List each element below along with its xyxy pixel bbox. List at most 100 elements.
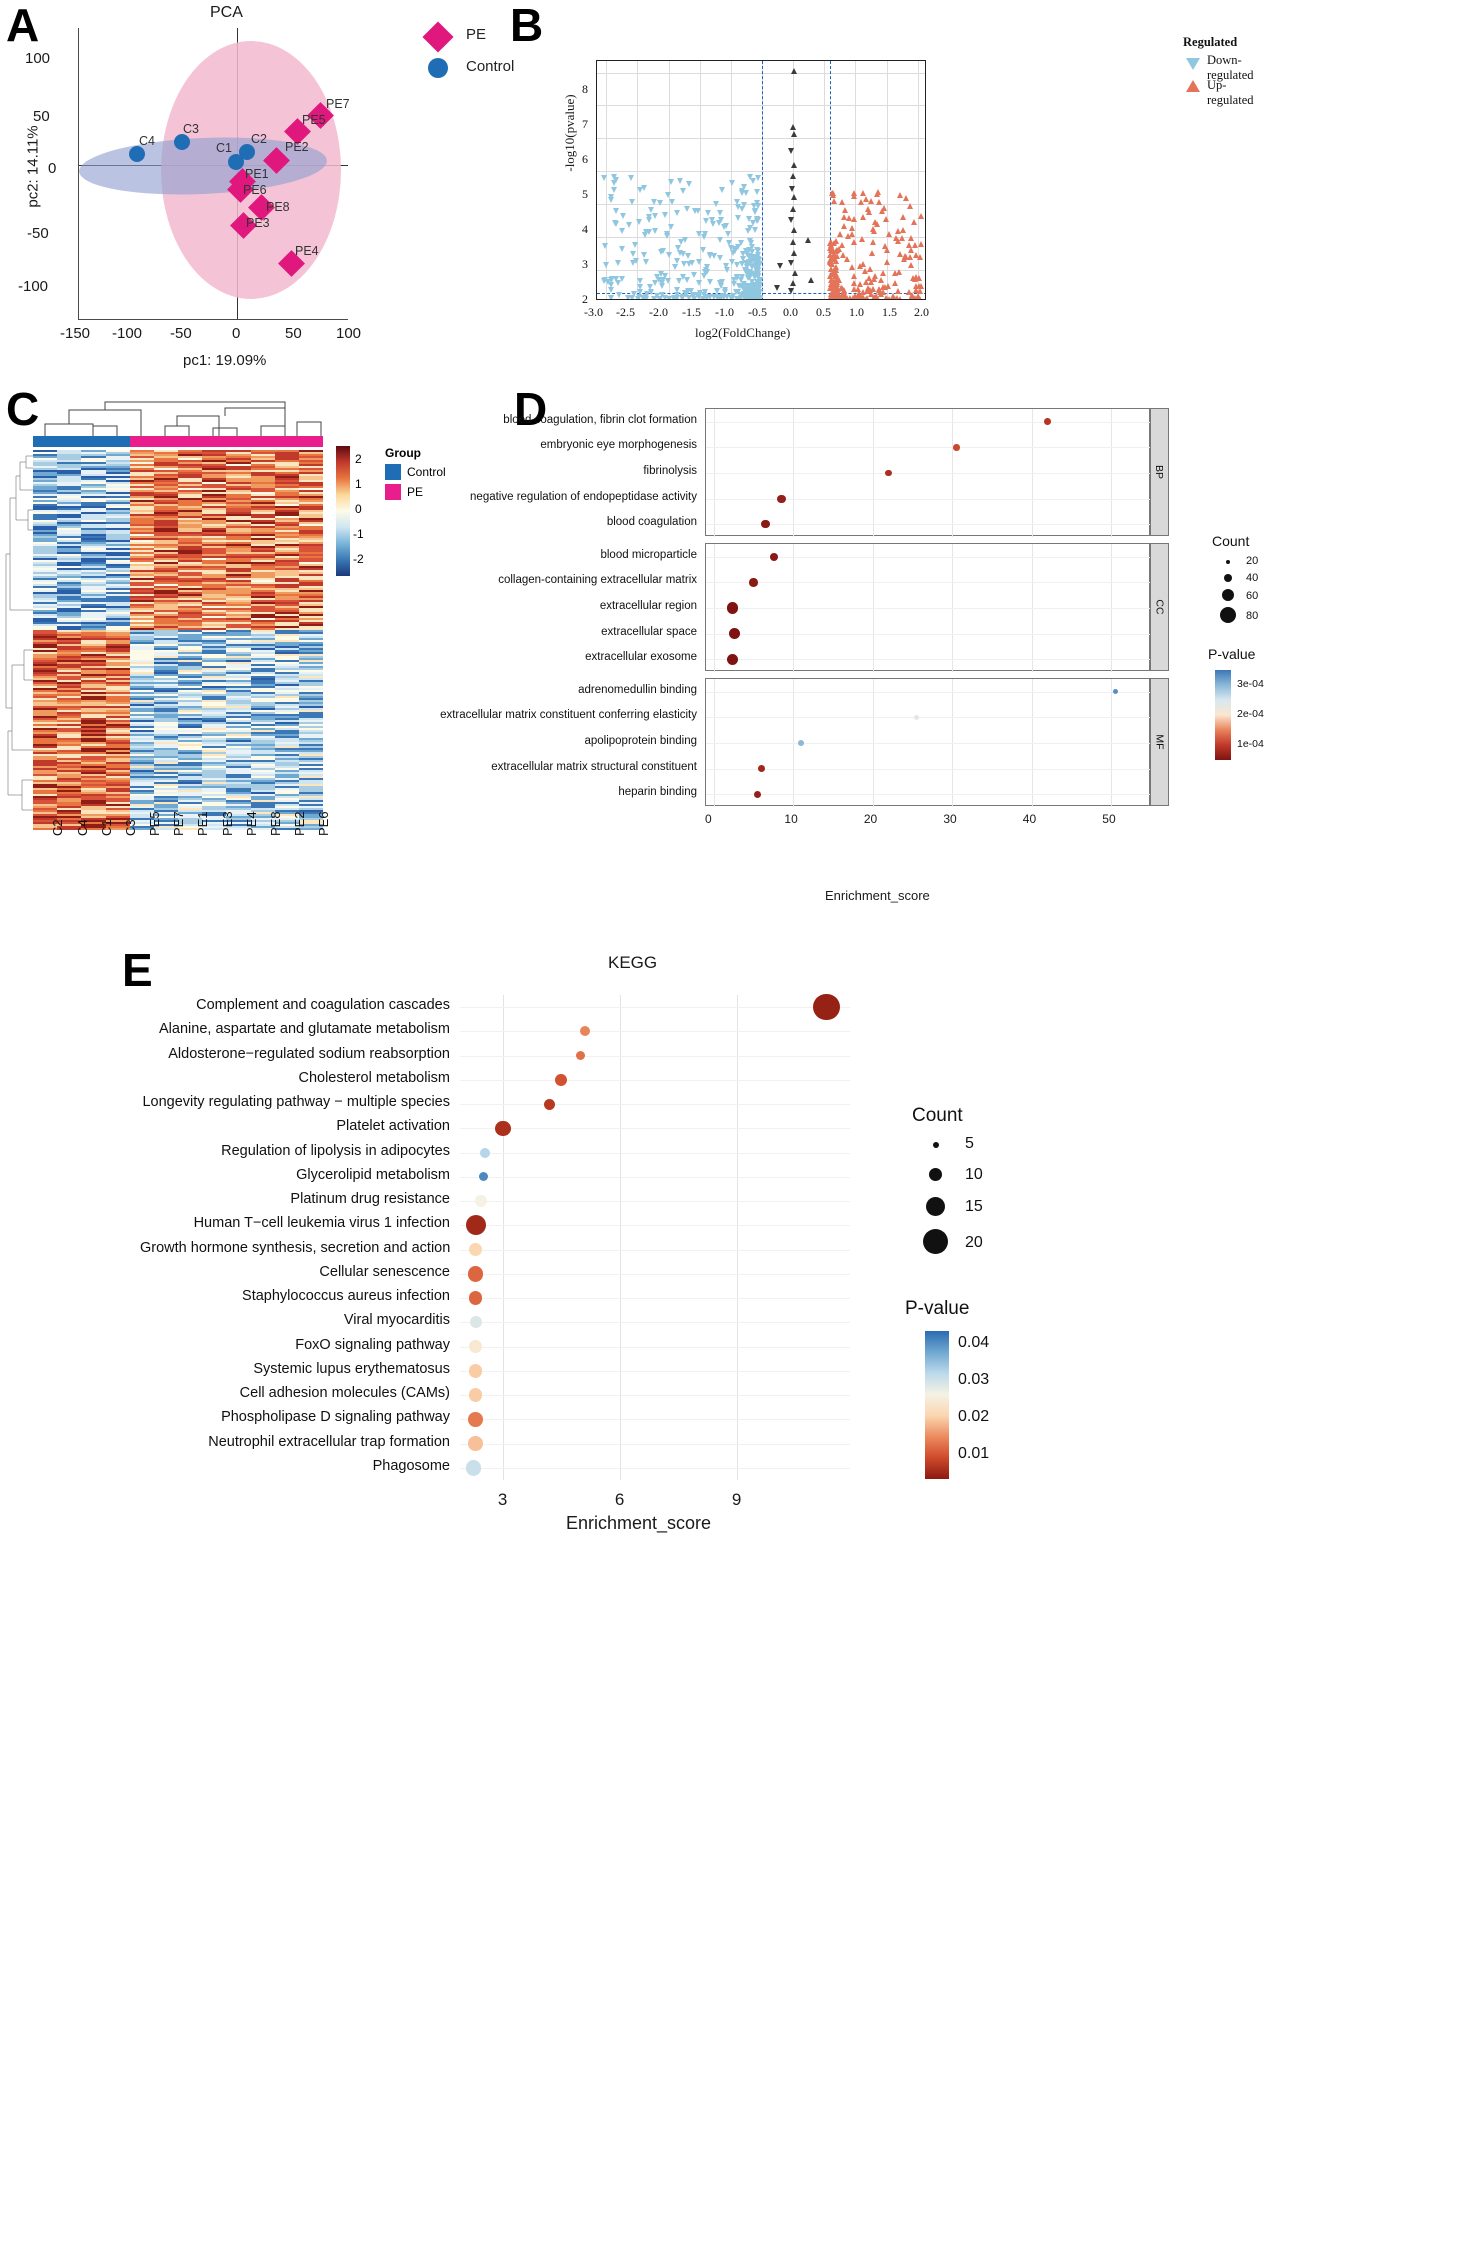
- volcano-point-up[interactable]: [869, 239, 876, 246]
- volcano-point-up[interactable]: [850, 285, 857, 292]
- volcano-point-down[interactable]: [705, 210, 712, 217]
- volcano-point-down[interactable]: [663, 233, 670, 240]
- volcano-point-down[interactable]: [751, 209, 758, 216]
- volcano-point-up[interactable]: [907, 261, 914, 268]
- volcano-point-down[interactable]: [734, 203, 741, 210]
- volcano-point-ns[interactable]: [777, 263, 784, 270]
- volcano-point-down[interactable]: [706, 253, 713, 260]
- volcano-point-down[interactable]: [632, 257, 639, 264]
- volcano-point-up[interactable]: [897, 295, 904, 299]
- go-dot[interactable]: [885, 469, 893, 477]
- volcano-point-down[interactable]: [619, 245, 626, 252]
- volcano-point-up[interactable]: [851, 215, 858, 222]
- volcano-point-down[interactable]: [651, 199, 658, 206]
- volcano-point-up[interactable]: [870, 225, 877, 232]
- volcano-point-ns[interactable]: [789, 279, 796, 286]
- volcano-point-up[interactable]: [896, 269, 903, 276]
- volcano-point-down[interactable]: [628, 198, 635, 205]
- volcano-point-down[interactable]: [651, 212, 658, 219]
- volcano-point-up[interactable]: [840, 222, 847, 229]
- volcano-point-up[interactable]: [864, 288, 871, 295]
- volcano-point-down[interactable]: [755, 286, 762, 293]
- volcano-point-down[interactable]: [725, 231, 732, 238]
- volcano-point-up[interactable]: [864, 294, 871, 299]
- volcano-point-down[interactable]: [656, 199, 663, 206]
- volcano-point-up[interactable]: [916, 275, 923, 282]
- volcano-point-up[interactable]: [851, 239, 858, 246]
- volcano-point-down[interactable]: [608, 276, 615, 283]
- volcano-point-up[interactable]: [917, 240, 924, 247]
- volcano-point-up[interactable]: [896, 191, 903, 198]
- volcano-point-down[interactable]: [682, 236, 689, 243]
- volcano-point-up[interactable]: [902, 195, 909, 202]
- volcano-point-up[interactable]: [884, 247, 891, 254]
- volcano-point-down[interactable]: [661, 212, 668, 219]
- volcano-point-down[interactable]: [742, 190, 749, 197]
- volcano-point-ns[interactable]: [790, 205, 797, 212]
- volcano-point-down[interactable]: [755, 174, 762, 181]
- go-dot[interactable]: [749, 578, 758, 587]
- go-dot[interactable]: [726, 602, 738, 614]
- volcano-point-down[interactable]: [706, 279, 713, 286]
- kegg-dot[interactable]: [468, 1412, 483, 1427]
- volcano-point-ns[interactable]: [787, 260, 794, 267]
- volcano-point-up[interactable]: [917, 253, 924, 260]
- volcano-point-down[interactable]: [699, 295, 706, 299]
- volcano-point-down[interactable]: [619, 228, 625, 235]
- volcano-point-down[interactable]: [734, 262, 741, 269]
- volcano-point-up[interactable]: [891, 280, 898, 287]
- volcano-point-down[interactable]: [742, 267, 749, 274]
- volcano-point-up[interactable]: [870, 293, 877, 299]
- volcano-point-down[interactable]: [749, 220, 756, 227]
- volcano-point-up[interactable]: [827, 245, 834, 252]
- volcano-point-down[interactable]: [753, 264, 760, 271]
- volcano-point-down[interactable]: [746, 225, 753, 232]
- kegg-dot[interactable]: [465, 1460, 482, 1476]
- volcano-point-down[interactable]: [631, 241, 638, 248]
- volcano-point-down[interactable]: [728, 180, 735, 187]
- volcano-point-down[interactable]: [611, 180, 618, 187]
- volcano-point-down[interactable]: [752, 254, 759, 261]
- volcano-point-up[interactable]: [874, 188, 881, 195]
- go-dot[interactable]: [758, 765, 766, 773]
- go-dot[interactable]: [1044, 418, 1052, 426]
- volcano-point-up[interactable]: [859, 235, 866, 242]
- volcano-point-down[interactable]: [691, 271, 698, 278]
- volcano-point-down[interactable]: [647, 206, 654, 213]
- volcano-point-down[interactable]: [636, 283, 643, 290]
- volcano-point-down[interactable]: [754, 188, 761, 195]
- volcano-point-down[interactable]: [602, 262, 609, 269]
- volcano-point-ns[interactable]: [773, 284, 780, 291]
- volcano-point-ns[interactable]: [791, 227, 798, 234]
- volcano-point-ns[interactable]: [789, 123, 796, 130]
- volcano-point-up[interactable]: [906, 202, 913, 209]
- volcano-point-ns[interactable]: [790, 250, 797, 257]
- kegg-dot[interactable]: [468, 1242, 483, 1257]
- volcano-point-down[interactable]: [670, 295, 677, 299]
- volcano-point-down[interactable]: [718, 187, 725, 194]
- volcano-point-up[interactable]: [836, 230, 843, 237]
- volcano-point-down[interactable]: [685, 253, 692, 260]
- volcano-point-ns[interactable]: [788, 288, 795, 295]
- kegg-dot[interactable]: [576, 1051, 586, 1061]
- volcano-point-down[interactable]: [711, 293, 718, 299]
- volcano-point-up[interactable]: [879, 270, 886, 277]
- volcano-point-down[interactable]: [646, 217, 653, 224]
- volcano-point-down[interactable]: [612, 207, 619, 214]
- volcano-point-up[interactable]: [876, 199, 883, 206]
- volcano-point-ns[interactable]: [790, 67, 797, 74]
- go-dot[interactable]: [798, 740, 805, 746]
- volcano-point-up[interactable]: [900, 214, 907, 221]
- volcano-point-up[interactable]: [885, 295, 892, 299]
- volcano-point-up[interactable]: [884, 259, 891, 266]
- volcano-point-down[interactable]: [716, 254, 723, 261]
- volcano-point-up[interactable]: [877, 276, 884, 283]
- volcano-point-down[interactable]: [722, 262, 729, 269]
- volcano-point-down[interactable]: [615, 280, 622, 287]
- kegg-dot[interactable]: [468, 1339, 483, 1354]
- kegg-dot[interactable]: [468, 1436, 483, 1451]
- volcano-point-down[interactable]: [693, 291, 700, 298]
- volcano-point-down[interactable]: [673, 209, 680, 216]
- volcano-point-up[interactable]: [871, 272, 878, 279]
- volcano-point-down[interactable]: [729, 295, 736, 299]
